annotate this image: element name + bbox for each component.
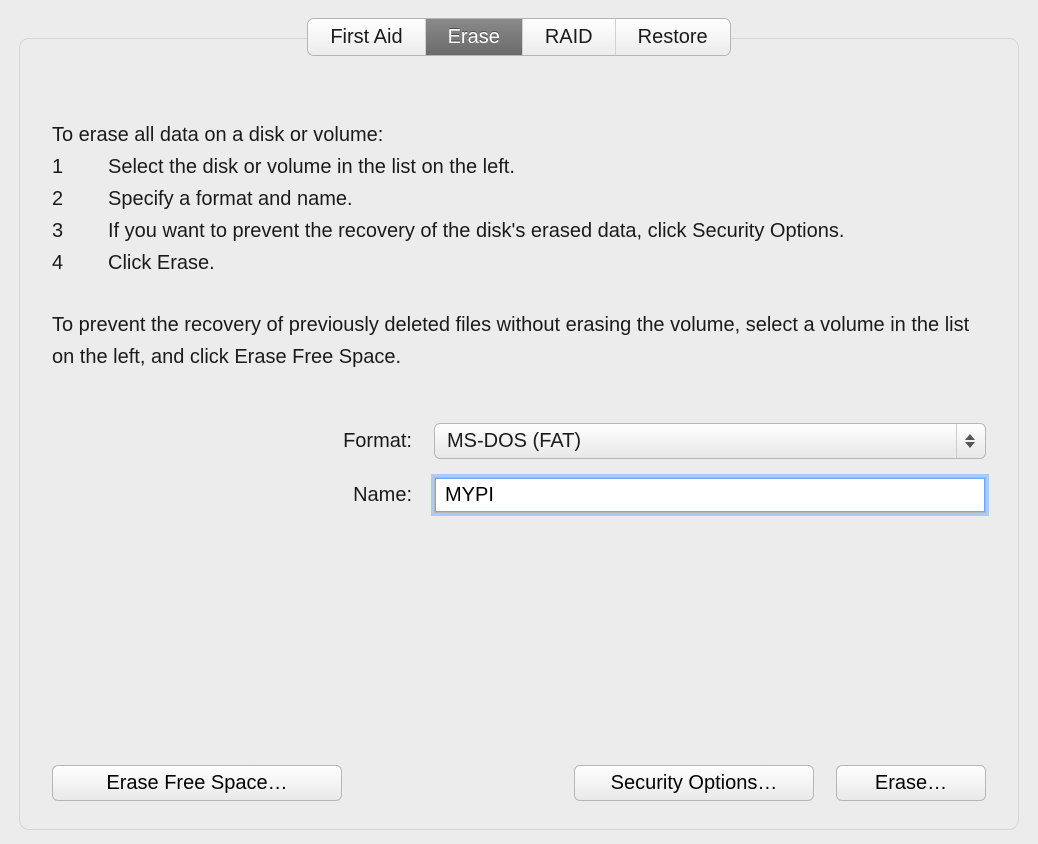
step-number: 3	[52, 215, 108, 247]
instructions-intro: To erase all data on a disk or volume:	[52, 119, 986, 151]
tab-bar: First Aid Erase RAID Restore	[19, 18, 1019, 56]
format-label: Format:	[52, 430, 434, 453]
security-options-button[interactable]: Security Options…	[574, 765, 814, 801]
format-select-value: MS-DOS (FAT)	[447, 430, 581, 452]
name-label: Name:	[52, 484, 434, 507]
step-text: If you want to prevent the recovery of t…	[108, 215, 986, 247]
tab-first-aid[interactable]: First Aid	[308, 19, 425, 55]
step-number: 2	[52, 183, 108, 215]
step-text: Specify a format and name.	[108, 183, 986, 215]
erase-free-space-button[interactable]: Erase Free Space…	[52, 765, 342, 801]
step-text: Select the disk or volume in the list on…	[108, 151, 986, 183]
step-number: 1	[52, 151, 108, 183]
instructions-block: To erase all data on a disk or volume: 1…	[52, 119, 986, 279]
erase-button[interactable]: Erase…	[836, 765, 986, 801]
erase-panel: To erase all data on a disk or volume: 1…	[19, 38, 1019, 830]
step-text: Click Erase.	[108, 247, 986, 279]
tab-raid[interactable]: RAID	[523, 19, 616, 55]
name-input[interactable]	[434, 477, 986, 513]
free-space-note: To prevent the recovery of previously de…	[52, 309, 986, 373]
updown-arrows-icon	[963, 424, 977, 458]
format-select[interactable]: MS-DOS (FAT)	[434, 423, 986, 459]
step-number: 4	[52, 247, 108, 279]
erase-form: Format: MS-DOS (FAT) Name:	[52, 423, 986, 513]
tab-restore[interactable]: Restore	[616, 19, 730, 55]
tab-erase[interactable]: Erase	[426, 19, 523, 55]
